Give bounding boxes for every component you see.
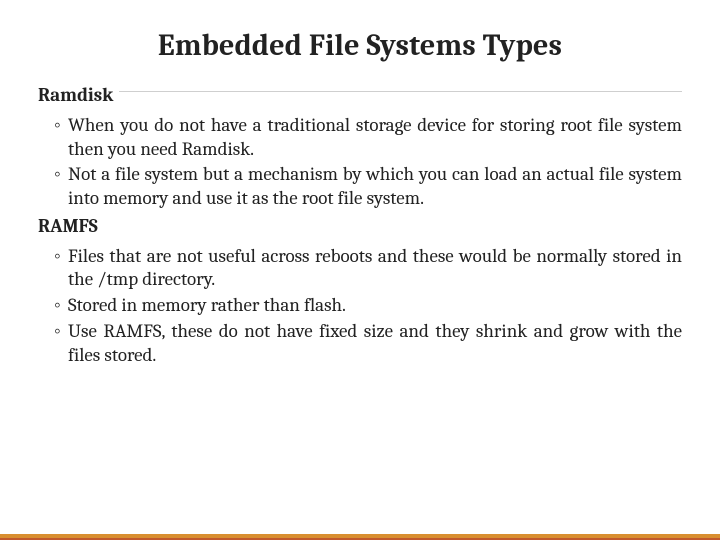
list-item: Use RAMFS, these do not have fixed size … [54, 320, 682, 368]
list-item: When you do not have a traditional stora… [54, 114, 682, 162]
footer: 20 [0, 534, 720, 540]
section-heading: Ramdisk [38, 84, 119, 108]
section-ramfs: RAMFS Files that are not useful across r… [38, 225, 682, 368]
slide: Embedded File Systems Types Ramdisk When… [0, 28, 720, 540]
list-item: Stored in memory rather than flash. [54, 294, 682, 318]
section-ramdisk: Ramdisk When you do not have a tradition… [38, 94, 682, 211]
list-item: Files that are not useful across reboots… [54, 245, 682, 293]
divider [38, 91, 682, 92]
bullet-list: Files that are not useful across reboots… [38, 245, 682, 368]
section-heading: RAMFS [38, 215, 104, 239]
slide-title: Embedded File Systems Types [0, 28, 720, 63]
bullet-list: When you do not have a traditional stora… [38, 114, 682, 211]
list-item: Not a file system but a mechanism by whi… [54, 163, 682, 211]
